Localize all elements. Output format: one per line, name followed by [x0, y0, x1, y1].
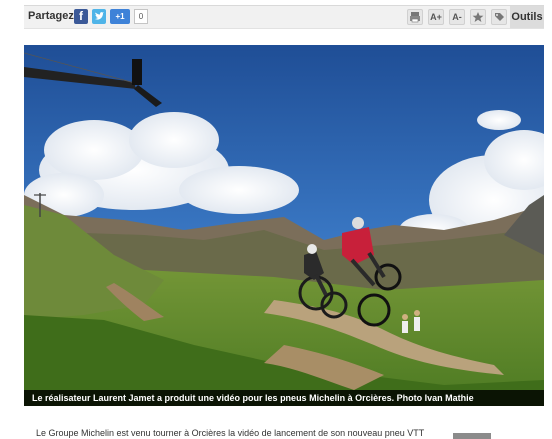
mountain-bike-photo [24, 45, 544, 406]
share-count: 0 [134, 9, 148, 24]
favorite-button[interactable] [470, 9, 486, 25]
twitter-icon [95, 12, 104, 20]
text-larger-icon: A+ [430, 12, 442, 22]
tag-button[interactable] [491, 9, 507, 25]
tag-icon [495, 13, 504, 21]
share-label: Partagez [28, 10, 74, 22]
print-icon [410, 12, 420, 23]
twitter-share-button[interactable] [92, 9, 106, 24]
article-first-line: Le Groupe Michelin est venu tourner à Or… [36, 428, 425, 438]
print-button[interactable] [407, 9, 423, 25]
tools-label[interactable]: Outils [510, 6, 544, 28]
photo-caption: Le réalisateur Laurent Jamet a produit u… [24, 390, 544, 406]
text-smaller-button[interactable]: A- [449, 9, 465, 25]
text-smaller-icon: A- [452, 12, 462, 22]
favorite-icon [472, 12, 484, 22]
gplus-button[interactable]: +1 [110, 9, 130, 24]
article-photo: Le réalisateur Laurent Jamet a produit u… [24, 45, 544, 406]
facebook-share-button[interactable]: f [74, 9, 88, 24]
share-toolbar: Partagez f +1 0 A+ A- Outils [24, 5, 544, 29]
side-tab[interactable] [453, 433, 491, 439]
text-larger-button[interactable]: A+ [428, 9, 444, 25]
facebook-icon: f [79, 9, 83, 23]
